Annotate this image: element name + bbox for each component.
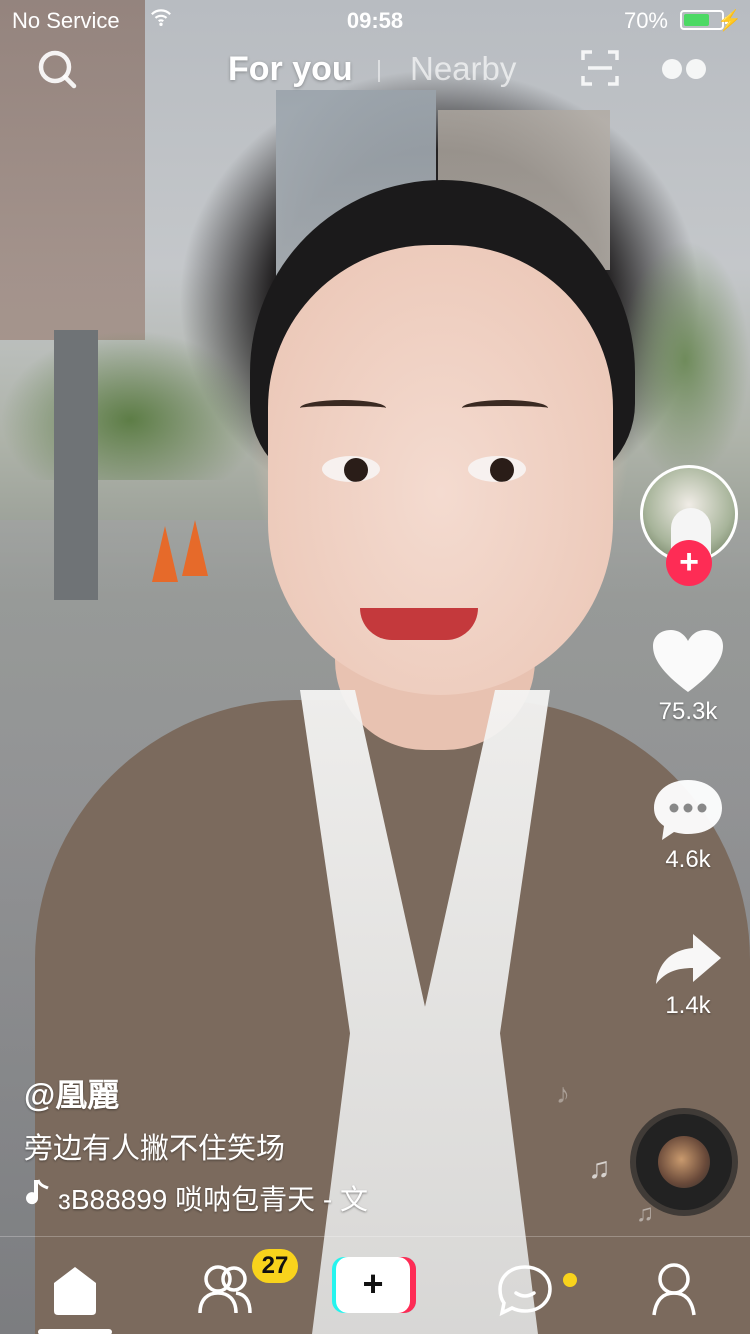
music-disc-art [658,1136,710,1188]
create-button[interactable]: + [332,1257,416,1313]
create-plus-icon: + [336,1257,410,1313]
inbox-icon[interactable] [498,1261,552,1317]
traffic-cone [152,526,178,582]
person-eye [322,456,380,482]
person-mouth [360,608,478,640]
comment-icon [654,780,722,840]
battery-percent: 70% [623,8,668,33]
tab-for-you[interactable]: For you [228,50,353,89]
floating-note-icon: ♪ [556,1078,570,1109]
friends-badge: 27 [252,1249,298,1283]
person-brow [462,400,548,416]
video-feed-screen[interactable]: No Service 09:58 70% ⚡ For you Nearby + … [0,0,750,1334]
music-marquee[interactable]: ɜB88899 唢呐包青天 - 文 [24,1176,414,1216]
person-brow [300,400,386,416]
person-eye [468,456,526,482]
search-icon[interactable] [36,48,78,90]
status-bar: No Service 09:58 70% ⚡ [0,0,750,40]
music-disc[interactable] [636,1114,732,1210]
battery-fill [684,14,709,26]
background-trees-left [0,330,260,480]
video-description: 旁边有人撇不住笑场 [24,1133,286,1165]
share-count: 1.4k [665,992,711,1019]
tab-nearby[interactable]: Nearby [410,50,516,88]
scan-icon[interactable] [580,48,620,88]
floating-note-icon: ♫ [588,1152,611,1185]
top-nav: For you Nearby [0,40,750,100]
music-title: ɜB88899 唢呐包青天 - 文 [58,1184,369,1215]
active-tab-indicator [38,1329,112,1334]
traffic-cone [182,520,208,576]
floating-note-icon: ♫ [636,1200,654,1227]
heart-icon [653,630,723,692]
comment-count: 4.6k [665,846,711,873]
two-dots-icon[interactable] [660,58,708,80]
follow-button[interactable]: + [666,540,712,586]
home-icon[interactable] [52,1261,98,1317]
inbox-notification-dot [563,1273,577,1287]
share-button[interactable]: 1.4k [648,930,728,1020]
tab-separator [378,60,380,82]
profile-icon[interactable] [652,1261,696,1317]
friends-icon[interactable] [196,1261,254,1317]
music-note-icon [26,1179,49,1205]
video-author[interactable]: @凰麗 [24,1070,584,1116]
like-count: 75.3k [658,698,718,725]
bottom-tab-bar: 27 + [0,1236,750,1334]
background-pillar [54,330,98,600]
share-icon [656,934,721,984]
charging-bolt-icon: ⚡ [717,10,742,32]
comment-button[interactable]: 4.6k [648,776,728,874]
like-button[interactable]: 75.3k [648,628,728,726]
background-trees-right [620,240,750,480]
